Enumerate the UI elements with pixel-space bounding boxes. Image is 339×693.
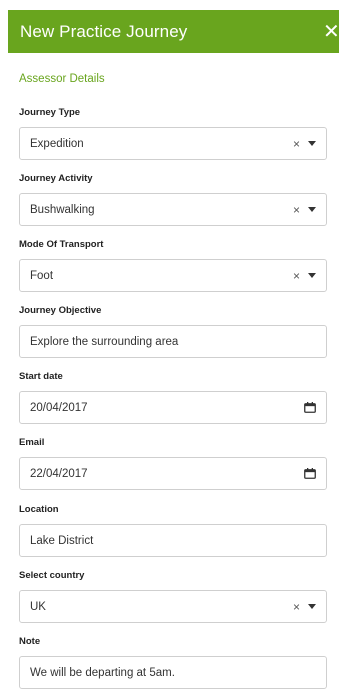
- calendar-icon[interactable]: [304, 402, 316, 413]
- chevron-down-icon[interactable]: [308, 604, 316, 609]
- modal-title: New Practice Journey: [20, 21, 188, 41]
- journey-activity-select[interactable]: Bushwalking ×: [19, 193, 327, 226]
- close-icon[interactable]: ✕: [319, 20, 339, 44]
- note-value: We will be departing at 5am.: [30, 666, 175, 679]
- chevron-down-icon[interactable]: [308, 141, 316, 146]
- assessor-details-link[interactable]: Assessor Details: [19, 73, 105, 85]
- location-input[interactable]: Lake District: [19, 524, 327, 557]
- clear-selection-icon[interactable]: ×: [293, 203, 300, 217]
- start-date-input[interactable]: 20/04/2017: [19, 391, 327, 424]
- mode-of-transport-value: Foot: [30, 269, 54, 282]
- journey-type-select[interactable]: Expedition ×: [19, 127, 327, 160]
- journey-type-label: Journey Type: [19, 107, 81, 118]
- location-field: Location Lake District: [19, 503, 327, 557]
- start-date-label: Start date: [19, 371, 63, 382]
- select-country-label: Select country: [19, 570, 85, 581]
- journey-objective-field: Journey Objective Explore the surroundin…: [19, 304, 327, 358]
- journey-activity-value: Bushwalking: [30, 203, 95, 216]
- calendar-icon[interactable]: [304, 468, 316, 479]
- journey-activity-field: Journey Activity Bushwalking ×: [19, 172, 327, 226]
- email-field: Email 22/04/2017: [19, 436, 327, 490]
- journey-type-value: Expedition: [30, 137, 84, 150]
- journey-type-field: Journey Type Expedition ×: [19, 106, 327, 160]
- chevron-down-icon[interactable]: [308, 273, 316, 278]
- email-input[interactable]: 22/04/2017: [19, 457, 327, 490]
- mode-of-transport-select[interactable]: Foot ×: [19, 259, 327, 292]
- journey-objective-label: Journey Objective: [19, 305, 102, 316]
- modal-header: New Practice Journey ✕: [8, 10, 339, 53]
- note-input[interactable]: We will be departing at 5am.: [19, 656, 327, 689]
- clear-selection-icon[interactable]: ×: [293, 600, 300, 614]
- email-label: Email: [19, 437, 45, 448]
- note-field: Note We will be departing at 5am.: [19, 635, 327, 689]
- country-select[interactable]: UK ×: [19, 590, 327, 623]
- note-label: Note: [19, 636, 41, 647]
- journey-objective-value: Explore the surrounding area: [30, 335, 179, 348]
- journey-objective-input[interactable]: Explore the surrounding area: [19, 325, 327, 358]
- journey-activity-label: Journey Activity: [19, 173, 93, 184]
- chevron-down-icon[interactable]: [308, 207, 316, 212]
- location-value: Lake District: [30, 534, 94, 547]
- location-label: Location: [19, 504, 59, 515]
- mode-of-transport-label: Mode Of Transport: [19, 239, 104, 250]
- mode-of-transport-field: Mode Of Transport Foot ×: [19, 238, 327, 292]
- start-date-field: Start date 20/04/2017: [19, 370, 327, 424]
- select-country-field: Select country UK ×: [19, 569, 327, 623]
- clear-selection-icon[interactable]: ×: [293, 137, 300, 151]
- clear-selection-icon[interactable]: ×: [293, 269, 300, 283]
- country-value: UK: [30, 600, 46, 613]
- start-date-value: 20/04/2017: [30, 401, 88, 414]
- email-value: 22/04/2017: [30, 467, 88, 480]
